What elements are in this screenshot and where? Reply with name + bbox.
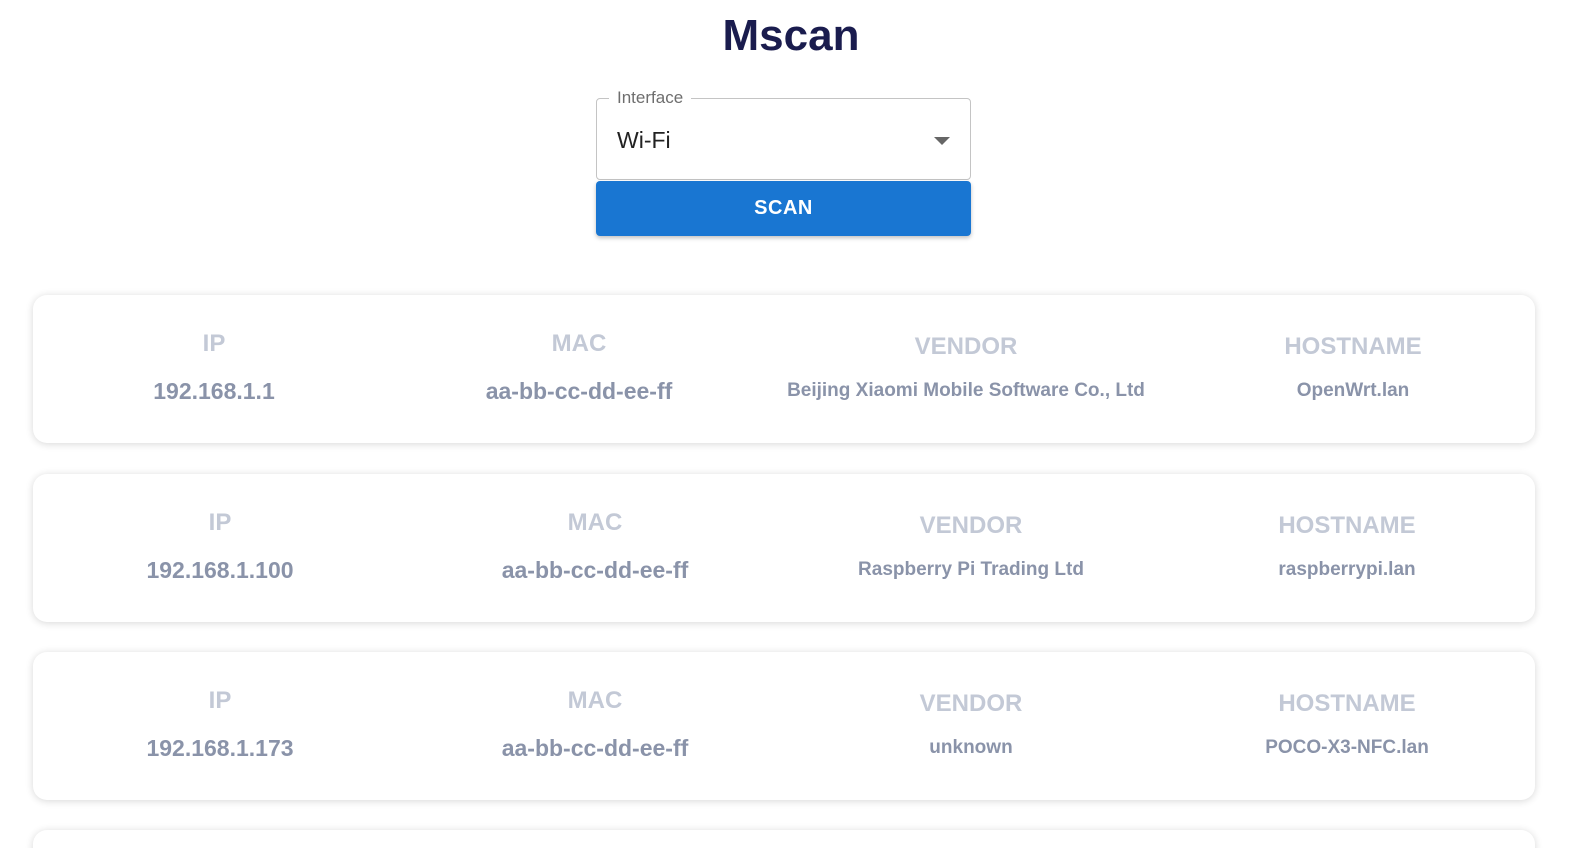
hostname-cell: HOSTNAME OpenWrt.lan [1172, 295, 1534, 443]
ip-value: 192.168.1.100 [146, 557, 294, 583]
hostname-value: raspberrypi.lan [1278, 559, 1416, 580]
vendor-cell: VENDOR Raspberry Pi Trading Ltd [790, 474, 1152, 622]
ip-cell: IP 192.168.1.1 [33, 295, 395, 443]
mac-label: MAC [567, 509, 623, 536]
mac-value: aa-bb-cc-dd-ee-ff [501, 557, 689, 583]
vendor-value: Beijing Xiaomi Mobile Software Co., Ltd [787, 380, 1145, 401]
hostname-label: HOSTNAME [1284, 333, 1422, 360]
device-card: IP 192.168.1.1 MAC aa-bb-cc-dd-ee-ff VEN… [33, 295, 1535, 443]
page-title: Mscan [722, 11, 860, 60]
hostname-label: HOSTNAME [1278, 512, 1416, 539]
ip-cell: IP 192.168.1.100 [39, 474, 401, 622]
interface-select[interactable]: Interface Wi-Fi [596, 88, 971, 180]
mac-value: aa-bb-cc-dd-ee-ff [485, 378, 673, 404]
vendor-cell: VENDOR Beijing Xiaomi Mobile Software Co… [725, 295, 1207, 443]
mac-cell: MAC aa-bb-cc-dd-ee-ff [414, 474, 776, 622]
mscan-page: Mscan Interface Wi-Fi SCAN IP 192.168.1.… [0, 0, 1582, 848]
vendor-value: unknown [929, 737, 1013, 758]
ip-cell: IP 192.168.1.173 [39, 652, 401, 800]
mac-cell: MAC aa-bb-cc-dd-ee-ff [414, 652, 776, 800]
device-card: IP 192.168.1.173 MAC aa-bb-cc-dd-ee-ff V… [33, 652, 1535, 800]
device-card: IP 192.168.1.100 MAC aa-bb-cc-dd-ee-ff V… [33, 474, 1535, 622]
ip-value: 192.168.1.1 [153, 378, 275, 404]
ip-label: IP [202, 330, 226, 357]
hostname-cell: HOSTNAME POCO-X3-NFC.lan [1166, 652, 1528, 800]
dropdown-caret-icon [934, 137, 950, 145]
hostname-cell: HOSTNAME raspberrypi.lan [1166, 474, 1528, 622]
mac-cell: MAC aa-bb-cc-dd-ee-ff [398, 295, 760, 443]
hostname-value: POCO-X3-NFC.lan [1265, 737, 1429, 758]
mac-label: MAC [567, 687, 623, 714]
ip-value: 192.168.1.173 [146, 735, 294, 761]
device-card-partial [33, 830, 1535, 848]
vendor-label: VENDOR [919, 690, 1023, 717]
vendor-label: VENDOR [914, 333, 1018, 360]
hostname-label: HOSTNAME [1278, 690, 1416, 717]
mac-label: MAC [551, 330, 607, 357]
vendor-cell: VENDOR unknown [790, 652, 1152, 800]
vendor-value: Raspberry Pi Trading Ltd [858, 559, 1084, 580]
scan-button[interactable]: SCAN [596, 181, 971, 236]
hostname-value: OpenWrt.lan [1296, 380, 1410, 401]
ip-label: IP [208, 509, 232, 536]
mac-value: aa-bb-cc-dd-ee-ff [501, 735, 689, 761]
ip-label: IP [208, 687, 232, 714]
interface-select-label: Interface [609, 88, 692, 108]
vendor-label: VENDOR [919, 512, 1023, 539]
interface-select-value: Wi-Fi [617, 127, 671, 153]
